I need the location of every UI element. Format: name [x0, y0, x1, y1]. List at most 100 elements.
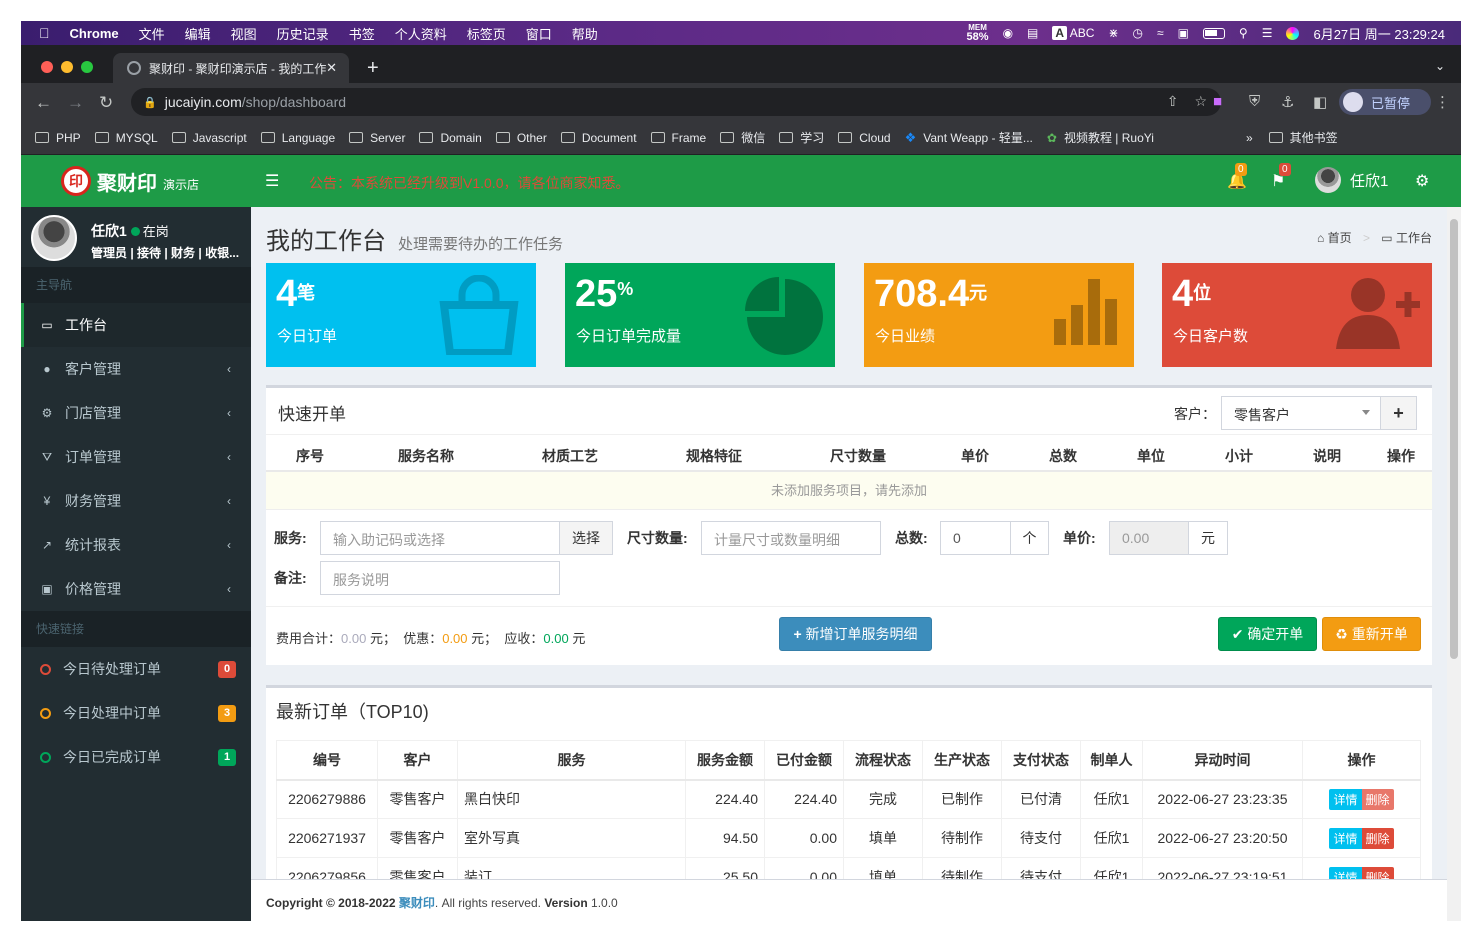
menu-window[interactable]: 窗口	[526, 24, 552, 43]
service-input[interactable]: 输入助记码或选择	[320, 521, 560, 555]
side-panel-icon[interactable]: ◧	[1313, 93, 1327, 111]
menu-bookmarks[interactable]: 书签	[349, 24, 375, 43]
bookmark-language[interactable]: Language	[260, 131, 335, 145]
page-scrollbar[interactable]	[1447, 207, 1461, 921]
stat-customers[interactable]: 4位 今日客户数	[1162, 263, 1432, 367]
battery-icon[interactable]	[1202, 27, 1225, 39]
footer-brand-link[interactable]: 聚财印	[399, 896, 435, 910]
tab-search-chevron-icon[interactable]: ⌄	[1435, 59, 1445, 73]
share-icon[interactable]: ⇧	[1167, 93, 1179, 110]
sidebar-item-reports[interactable]: ↗ 统计报表 ‹	[21, 523, 251, 567]
clock[interactable]: 6月27日 周一 23:29:24	[1313, 24, 1445, 43]
time-machine-icon[interactable]: ◷	[1132, 26, 1142, 40]
reload-icon[interactable]: ↻	[99, 93, 113, 113]
bell-icon[interactable]: 🔔 0	[1227, 163, 1247, 191]
customer-select[interactable]: 零售客户	[1221, 396, 1381, 430]
bookmark-mysql[interactable]: MYSQL	[94, 131, 158, 145]
bookmark-cloud[interactable]: Cloud	[838, 131, 891, 145]
sidebar-item-customers[interactable]: ● 客户管理 ‹	[21, 347, 251, 391]
brand-logo[interactable]: 印 聚财印 演示店	[21, 155, 251, 207]
apple-icon[interactable]: 	[39, 25, 50, 41]
menu-view[interactable]: 视图	[231, 24, 257, 43]
sidebar-item-pricing[interactable]: ▣ 价格管理 ‹	[21, 567, 251, 611]
user-menu[interactable]: 任欣1	[1315, 167, 1388, 193]
menu-profiles[interactable]: 个人资料	[395, 24, 447, 43]
bookmark-server[interactable]: Server	[349, 131, 405, 145]
bookmark-study[interactable]: 学习	[779, 129, 824, 146]
price-input[interactable]: 0.00	[1109, 521, 1189, 555]
extensions-puzzle-icon[interactable]: ⚓	[1281, 93, 1294, 111]
bluetooth-icon[interactable]: ⋇	[1108, 26, 1118, 40]
bed-icon[interactable]: ▤	[1027, 26, 1038, 40]
detail-button[interactable]: 详情	[1329, 788, 1362, 810]
siri-icon[interactable]	[1286, 26, 1300, 40]
detail-button[interactable]: 详情	[1329, 827, 1362, 849]
address-bar[interactable]: 🔒 jucaiyin.com/shop/dashboard ⇧ ☆	[131, 88, 1221, 116]
sidebar-item-orders[interactable]: ⛛ 订单管理 ‹	[21, 435, 251, 479]
size-input[interactable]: 计量尺寸或数量明细	[701, 521, 881, 555]
bookmark-ruoyi[interactable]: ✿ 视频教程 | RuoYi	[1047, 129, 1154, 146]
bookmarks-more-button[interactable]: »	[1246, 131, 1253, 145]
bookmark-vant[interactable]: ❖ Vant Weapp - 轻量...	[905, 129, 1033, 146]
bookmark-other[interactable]: Other	[495, 131, 547, 145]
back-icon[interactable]: ←	[35, 93, 52, 113]
minimize-window-button[interactable]	[61, 61, 73, 73]
delete-button[interactable]: 删除	[1361, 788, 1394, 810]
stat-revenue[interactable]: 708.4元 今日业绩	[864, 263, 1134, 367]
menu-app-name[interactable]: Chrome	[70, 26, 119, 41]
menu-file[interactable]: 文件	[139, 24, 165, 43]
profile-paused-button[interactable]: 已暂停	[1339, 89, 1431, 115]
menu-help[interactable]: 帮助	[572, 24, 598, 43]
table-row[interactable]: 2206279886 零售客户 黑白快印 224.40 224.40 完成 已制…	[276, 779, 1421, 819]
sidebar-item-today-done[interactable]: 今日已完成订单 1	[21, 735, 251, 779]
menu-history[interactable]: 历史记录	[277, 24, 329, 43]
control-center-icon[interactable]: ☰	[1262, 26, 1273, 40]
total-input[interactable]: 0	[940, 521, 1012, 555]
menu-tabs[interactable]: 标签页	[467, 24, 506, 43]
reset-order-button[interactable]: ♻ 重新开单	[1322, 617, 1421, 651]
chrome-menu-icon[interactable]: ⋮	[1435, 93, 1450, 111]
mem-indicator[interactable]: MEM 58%	[967, 23, 989, 43]
add-customer-button[interactable]: +	[1380, 396, 1417, 430]
spotlight-icon[interactable]: ⚲	[1239, 26, 1248, 40]
sidebar-item-dashboard[interactable]: ▭ 工作台	[21, 303, 251, 347]
menu-edit[interactable]: 编辑	[185, 24, 211, 43]
bookmark-frame[interactable]: Frame	[650, 131, 706, 145]
bookmark-domain[interactable]: Domain	[419, 131, 482, 145]
close-window-button[interactable]	[41, 61, 53, 73]
bookmark-document[interactable]: Document	[560, 131, 637, 145]
add-order-detail-button[interactable]: + 新增订单服务明细	[779, 617, 932, 651]
stat-completion[interactable]: 25% 今日订单完成量	[565, 263, 835, 367]
bookmark-wechat[interactable]: 微信	[720, 129, 765, 146]
flag-icon[interactable]: ⚑ 0	[1271, 163, 1291, 191]
forward-icon[interactable]: →	[67, 93, 84, 113]
bookmark-php[interactable]: PHP	[35, 131, 81, 145]
extension-shield-icon[interactable]: ⛨	[1249, 93, 1260, 110]
other-bookmarks[interactable]: 其他书签	[1268, 129, 1338, 146]
breadcrumb-home[interactable]: 首页	[1328, 231, 1352, 245]
hamburger-menu-icon[interactable]: ☰	[265, 171, 279, 191]
choose-service-button[interactable]: 选择	[559, 521, 613, 555]
wifi-icon[interactable]: ≈	[1157, 26, 1164, 40]
confirm-order-button[interactable]: ✔ 确定开单	[1218, 617, 1317, 651]
note-input[interactable]: 服务说明	[320, 561, 560, 595]
sidebar-item-today-pending[interactable]: 今日待处理订单 0	[21, 647, 251, 691]
stat-today-orders[interactable]: 4笔 今日订单	[266, 263, 536, 367]
extension-rp-icon[interactable]: ■	[1213, 93, 1222, 110]
new-tab-button[interactable]: +	[367, 57, 379, 80]
browser-tab[interactable]: 聚财印 - 聚财印演示店 - 我的工作 ✕	[113, 53, 349, 83]
delete-button[interactable]: 删除	[1361, 827, 1394, 849]
sidebar-item-today-processing[interactable]: 今日处理中订单 3	[21, 691, 251, 735]
bookmark-javascript[interactable]: Javascript	[171, 131, 247, 145]
bookmark-star-icon[interactable]: ☆	[1194, 93, 1207, 110]
sidebar-item-finance[interactable]: ¥ 财务管理 ‹	[21, 479, 251, 523]
settings-gears-icon[interactable]: ⚙	[1415, 171, 1429, 191]
table-row[interactable]: 2206271937 零售客户 室外写真 94.50 0.00 填单 待制作 待…	[276, 818, 1421, 858]
maximize-window-button[interactable]	[81, 61, 93, 73]
close-tab-icon[interactable]: ✕	[326, 60, 337, 76]
sidebar-item-stores[interactable]: ⚙ 门店管理 ‹	[21, 391, 251, 435]
wechat-icon[interactable]: ◉	[1003, 26, 1013, 40]
scrollbar-thumb[interactable]	[1450, 219, 1458, 659]
photo-icon[interactable]: ▣	[1178, 26, 1189, 40]
lock-icon[interactable]: 🔒	[143, 96, 157, 109]
